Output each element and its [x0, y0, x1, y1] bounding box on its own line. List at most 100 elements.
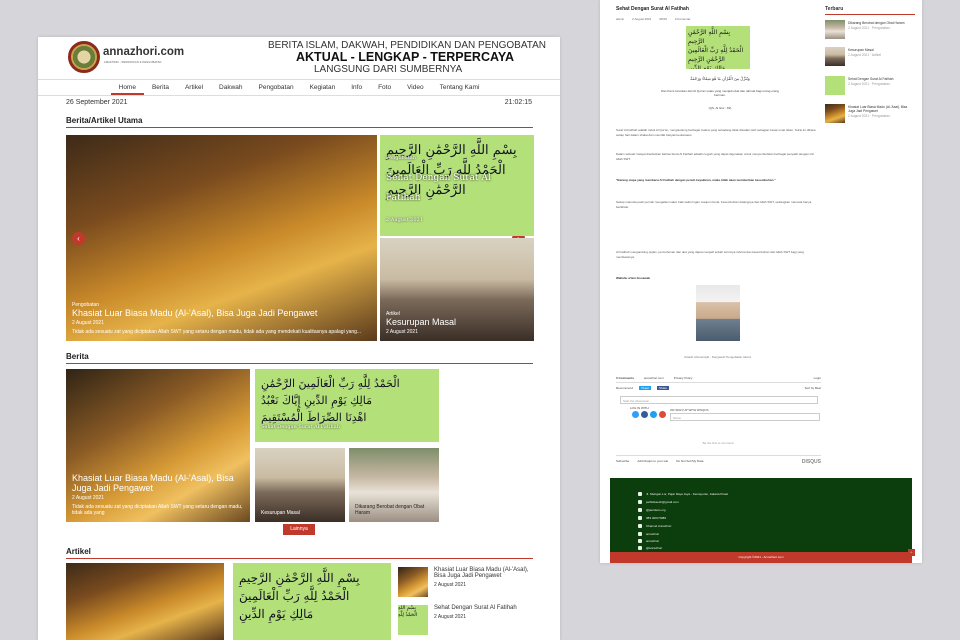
berita-small-1-title[interactable]: Kesurupan Masal [261, 510, 339, 516]
article-author[interactable]: admin [616, 17, 624, 21]
artikel-list-title[interactable]: Sehat Dengan Surat Al Fatihah [434, 605, 538, 611]
do-not-sell-link[interactable]: Do Not Sell My Data [676, 459, 703, 465]
disqus-login-icon[interactable] [632, 411, 639, 418]
header-line-3: LANGSUNG DARI SUMBERNYA [314, 64, 463, 75]
subscribe-link[interactable]: Subscribe [616, 459, 629, 465]
nav-home[interactable]: Home [110, 80, 144, 95]
article-paragraph: "Barang siapa yang membaca Al Fatihah de… [616, 178, 776, 182]
sidebar-item-label[interactable]: Artikel [872, 53, 881, 57]
section-title-artikel: Artikel [66, 547, 533, 559]
sidebar-thumb[interactable] [825, 104, 845, 123]
current-time: 21:02:15 [504, 99, 532, 106]
artikel-main-image[interactable] [66, 563, 224, 640]
featured-1-title[interactable]: Sehat Dengan Surat Al Fatihah [386, 168, 528, 208]
dateline: 26 September 2021 21:02:15 [66, 99, 532, 106]
sidebar-thumb[interactable] [825, 20, 845, 39]
footer-twitter[interactable]: @annazhori [646, 546, 662, 550]
footer-phone[interactable]: 083 4003 5989 [646, 516, 666, 520]
site-logo[interactable] [68, 41, 100, 73]
name-input[interactable]: Name [670, 413, 820, 421]
site-name[interactable]: annazhori.com [103, 46, 184, 58]
artikel-list-title[interactable]: Khasiat Luar Biasa Madu (Al-'Asal), Bisa… [434, 567, 538, 579]
slider-title[interactable]: Khasiat Luar Biasa Madu (Al-'Asal), Bisa… [72, 308, 371, 318]
tweet-button[interactable]: Tweet [639, 386, 652, 390]
main-nav: Home Berita Artikel Dakwah Pengobatan Ke… [38, 79, 560, 96]
facebook-login-icon[interactable] [641, 411, 648, 418]
comments-toolbar: Recommend Tweet Share Sort by Best [616, 386, 821, 390]
comments-site[interactable]: annazhori.com [644, 376, 664, 380]
recommend-button[interactable]: Recommend [616, 386, 633, 390]
footer-youtube[interactable]: Channel Annazhori [646, 524, 671, 528]
artikel-list-date: 2 August 2021 [434, 614, 466, 620]
lainnya-button[interactable]: Lainnya [283, 524, 315, 535]
nav-kegiatan[interactable]: Kegiatan [302, 80, 344, 95]
featured-1-category[interactable]: Pengobatan [386, 148, 528, 168]
sidebar-item-date: 2 August 2021 [848, 82, 870, 86]
sort-dropdown[interactable]: Sort by Best [805, 386, 821, 390]
berita-main-card[interactable]: Khasiat Luar Biasa Madu (Al-'Asal), Bisa… [66, 369, 250, 522]
section-title-utama: Berita/Artikel Utama [66, 116, 533, 128]
article-paragraph: Setiap manusia pasti pernah mengalami sa… [616, 200, 812, 209]
footer-email[interactable]: pelhidesesh@gmail.com [646, 500, 679, 504]
featured-kesurupan-image[interactable]: Artikel Kesurupan Masal 2 August 2021 [380, 238, 534, 341]
nav-tentang-kami[interactable]: Tentang Kami [432, 80, 488, 95]
section-title-berita: Berita [66, 352, 533, 364]
privacy-policy-link[interactable]: Privacy Policy [674, 376, 693, 380]
sidebar-item-title[interactable]: Khasiat Luar Biasa Madu (Al-'Asal), Bisa… [848, 105, 914, 113]
author-caption: Ustadz Ahmad Ajid - Pengasuh Pengobatan … [683, 355, 752, 359]
slider-prev-icon[interactable]: ‹ [72, 232, 85, 245]
artikel-list-thumb[interactable] [398, 567, 428, 597]
comment-input[interactable]: Start the discussion... [620, 396, 818, 404]
featured-fatihah-image[interactable]: بِسْمِ اللَّهِ الرَّحْمَٰنِ الرَّحِيمِ ال… [380, 135, 534, 236]
nav-foto[interactable]: Foto [370, 80, 399, 95]
berita-fatihah-title[interactable]: Sehat Dengan Surat Al Fatihah [261, 419, 433, 436]
homepage-preview: annazhori.com AMAZHORI - PENDIDIKAN & PE… [38, 37, 560, 640]
berita-small-2-title[interactable]: Dikarang Berobat dengan Obat Haram [355, 504, 433, 516]
empty-comments: Be the first to comment. [702, 441, 735, 445]
sidebar-item-label[interactable]: Pengobatan [872, 26, 890, 30]
google-login-icon[interactable] [659, 411, 666, 418]
article-meta: admin 2 August 2021 08:00 0 Komentar [616, 17, 690, 21]
slider-main[interactable]: Pengobatan Khasiat Luar Biasa Madu (Al-'… [66, 135, 377, 341]
article-title: Sehat Dengan Surat Al Fatihah [616, 6, 689, 12]
footer-address: Jl. Sisingan Lor, Pajar Raya Jaya - Kema… [646, 492, 729, 496]
footer-web[interactable]: @jasmlaro.org [646, 508, 666, 512]
berita-main-title[interactable]: Khasiat Luar Biasa Madu (Al-'Asal), Bisa… [72, 473, 244, 493]
nav-video[interactable]: Video [399, 80, 432, 95]
facebook-icon [638, 532, 642, 536]
sidebar-thumb[interactable] [825, 76, 845, 95]
artikel-fatihah-image[interactable]: بِسْمِ اللَّهِ الرَّحْمَٰنِ الرَّحِيمِ ال… [233, 563, 391, 640]
berita-fatihah-card[interactable]: الْحَمْدُ لِلَّهِ رَبِّ الْعَالَمِينَ ال… [255, 369, 439, 442]
add-disqus-link[interactable]: Add Disqus to your site [637, 459, 668, 465]
berita-small-2[interactable]: Dikarang Berobat dengan Obat Haram [349, 448, 439, 522]
slider-excerpt: Tidak ada sesuatu zat yang diciptakan Al… [72, 329, 362, 335]
sidebar-item-label[interactable]: Pengobatan [872, 82, 890, 86]
sidebar-item-date: 2 August 2021 [848, 114, 870, 118]
footer-facebook[interactable]: annazhori [646, 532, 659, 536]
nav-pengobatan[interactable]: Pengobatan [251, 80, 302, 95]
header-line-2: AKTUAL - LENGKAP - TERPERCAYA [296, 50, 515, 64]
disqus-logo[interactable]: DISQUS [802, 459, 821, 465]
sidebar-item-title[interactable]: Kesurupan Masal [848, 48, 914, 52]
comments-header: 0 Comments annazhori.com Privacy Policy … [616, 376, 821, 380]
sidebar-item-title[interactable]: Dikarang Berobat dengan Obat Haram [848, 21, 914, 25]
scroll-to-top-icon[interactable]: ^ [908, 549, 915, 556]
article-comments-count[interactable]: 0 Komentar [675, 17, 691, 21]
login-link[interactable]: Login [814, 376, 821, 380]
nav-berita[interactable]: Berita [144, 80, 177, 95]
youtube-icon [638, 524, 642, 528]
twitter-login-icon[interactable] [650, 411, 657, 418]
current-date: 26 September 2021 [66, 99, 128, 106]
sidebar-item-title[interactable]: Sehat Dengan Surat Al Fatihah [848, 77, 914, 81]
artikel-list-thumb[interactable]: بِسْمِ اللَّهِ الْحَمْدُ لِلَّهِ [398, 605, 428, 635]
berita-small-1[interactable]: Kesurupan Masal [255, 448, 345, 522]
nav-info[interactable]: Info [343, 80, 370, 95]
footer-instagram[interactable]: annazhori [646, 539, 659, 543]
share-button[interactable]: Share [657, 386, 670, 390]
featured-2-title[interactable]: Kesurupan Masal [386, 317, 528, 327]
nav-artikel[interactable]: Artikel [177, 80, 211, 95]
sidebar-thumb[interactable] [825, 47, 845, 66]
sidebar-item-date: 2 August 2021 [848, 26, 870, 30]
nav-dakwah[interactable]: Dakwah [211, 80, 250, 95]
sidebar-item-label[interactable]: Pengobatan [872, 114, 890, 118]
